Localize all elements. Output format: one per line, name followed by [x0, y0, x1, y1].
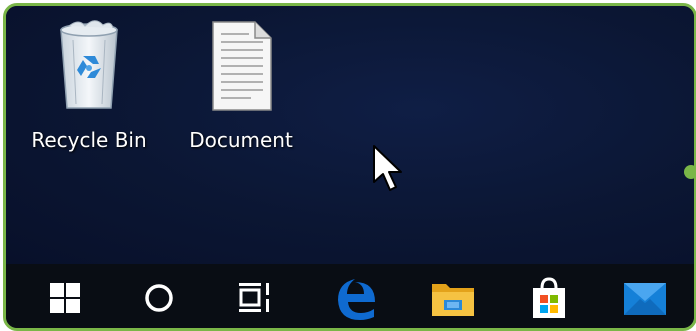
mail-button[interactable]: [610, 270, 680, 326]
recycle-bin-icon: [60, 20, 118, 109]
desktop-icon-label: Recycle Bin: [31, 128, 147, 152]
desktop-icon-label: Document: [189, 128, 293, 152]
taskbar: [6, 264, 694, 328]
microsoft-store-icon: [533, 277, 565, 318]
start-button[interactable]: [30, 270, 100, 326]
screen-frame: Recycle Bin Document: [3, 3, 696, 331]
windows-start-icon: [50, 283, 80, 313]
cortana-search-icon: [145, 284, 173, 312]
frame-accent-dot: [684, 165, 696, 179]
edge-browser-button[interactable]: [322, 270, 392, 326]
desktop-icon-recycle-bin[interactable]: Recycle Bin: [14, 20, 164, 170]
file-explorer-button[interactable]: [418, 270, 488, 326]
mail-icon: [624, 283, 666, 315]
document-icon: [212, 21, 272, 111]
file-explorer-icon: [432, 284, 474, 316]
task-view-icon: [239, 283, 269, 312]
search-button[interactable]: [124, 270, 194, 326]
task-view-button[interactable]: [220, 270, 290, 326]
mouse-pointer-icon: [373, 145, 402, 191]
desktop-icon-document[interactable]: Document: [166, 20, 316, 170]
edge-browser-icon: [338, 279, 375, 320]
microsoft-store-button[interactable]: [514, 270, 584, 326]
desktop[interactable]: Recycle Bin Document: [6, 6, 694, 264]
